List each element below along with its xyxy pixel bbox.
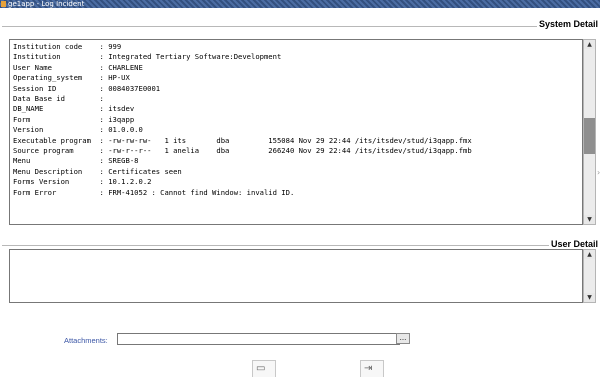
scroll-thumb[interactable] [584,118,595,154]
system-detail-frame [2,26,600,27]
user-detail-frame [2,245,600,246]
system-detail-line: Menu Description : Certificates seen [13,166,182,176]
system-detail-line: Session ID : 0084037E0001 [13,83,161,93]
system-detail-scrollbar[interactable]: ▲ ▼ [583,39,596,225]
system-detail-line: User Name : CHARLENE [13,62,143,72]
app-icon [1,1,6,7]
scroll-down-icon[interactable]: ▼ [584,293,595,302]
print-button[interactable]: ▭ [252,360,276,377]
browse-button[interactable]: ... [396,333,410,344]
system-detail-line: Menu : SREGB-8 [13,156,139,166]
system-detail-line: Executable program : -rw-rw-rw- 1 its db… [13,135,472,145]
system-detail-textarea[interactable]: Institution code : 999 Institution : Int… [9,39,583,225]
system-detail-line: Version : 01.0.0.0 [13,125,143,135]
print-icon: ▭ [256,363,266,374]
user-detail-textarea[interactable] [9,249,583,303]
system-detail-line: Form Error : FRM-41052 : Cannot find Win… [13,187,295,197]
system-detail-line: DB_NAME : itsdev [13,104,135,114]
attachments-input[interactable] [117,333,400,345]
system-detail-line: Data Base id : [13,94,104,104]
system-detail-line: Source program : -rw-r--r-- 1 anelia dba… [13,146,472,156]
exit-button[interactable]: ⇥ [360,360,384,377]
system-detail-line: Forms Version : 10.1.2.0.2 [13,177,152,187]
system-detail-text: Institution code : 999 Institution : Int… [13,42,472,198]
scroll-down-icon[interactable]: ▼ [584,215,595,224]
window-title-bar: ge1app - Log Incident [0,0,600,8]
system-detail-line: Institution : Integrated Tertiary Softwa… [13,52,282,62]
system-detail-line: Institution code : 999 [13,42,122,51]
exit-icon: ⇥ [364,363,373,374]
attachments-label: Attachments: [64,336,108,345]
system-detail-line: Operating_system : HP-UX [13,73,130,83]
system-detail-line: Form : i3qapp [13,114,135,124]
user-detail-heading: User Detail [548,239,600,249]
system-detail-heading: System Detail [536,19,600,29]
scroll-up-icon[interactable]: ▲ [584,250,595,259]
window-title: ge1app - Log Incident [8,0,85,8]
scroll-up-icon[interactable]: ▲ [584,40,595,49]
user-detail-scrollbar[interactable]: ▲ ▼ [583,249,596,303]
